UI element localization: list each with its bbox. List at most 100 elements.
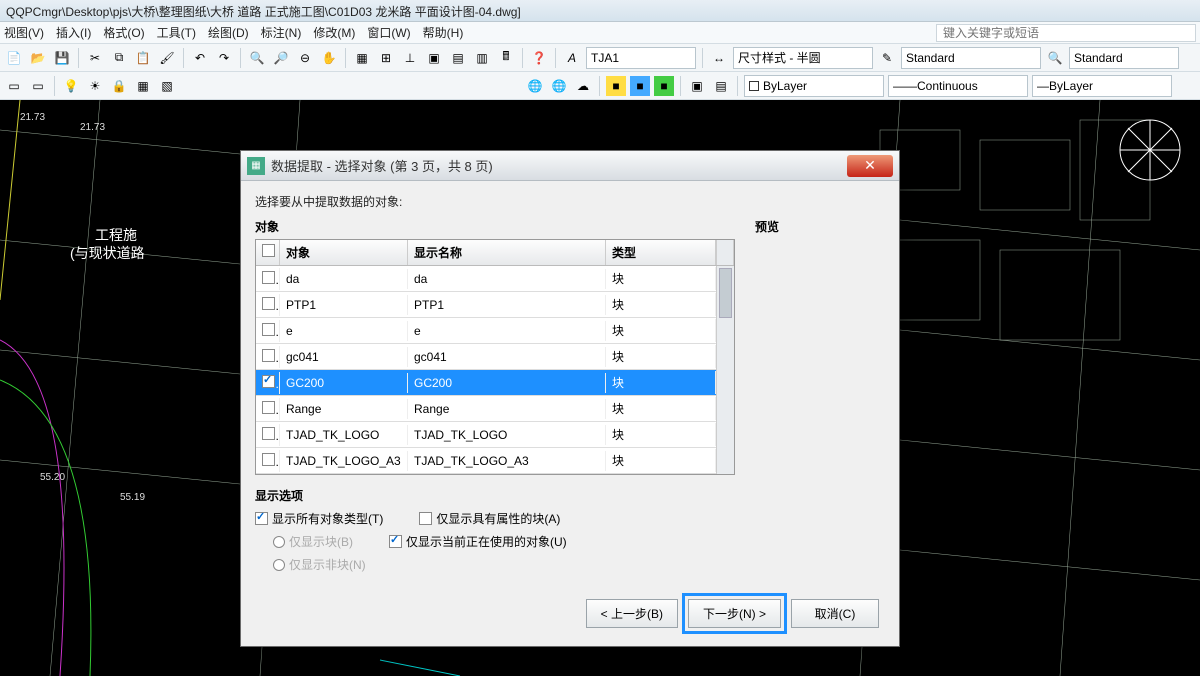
row-checkbox[interactable] — [262, 375, 275, 388]
snap-icon[interactable]: ⊞ — [376, 48, 396, 68]
ws-c-icon[interactable]: ☁ — [573, 76, 593, 96]
row-checkbox[interactable] — [262, 297, 275, 310]
checkbox-icon[interactable] — [389, 535, 402, 548]
dialog-title-bar[interactable]: ▦ 数据提取 - 选择对象 (第 3 页，共 8 页) ✕ — [241, 151, 899, 181]
paste-icon[interactable]: 📋 — [133, 48, 153, 68]
table-row[interactable]: PTP1PTP1块 — [256, 292, 734, 318]
checkbox-icon[interactable] — [255, 512, 268, 525]
zoom-out-icon[interactable]: ⊖ — [295, 48, 315, 68]
ortho-icon[interactable]: ⊥ — [400, 48, 420, 68]
menu-window[interactable]: 窗口(W) — [367, 24, 410, 41]
radio-icon — [273, 536, 285, 548]
menu-modify[interactable]: 修改(M) — [313, 24, 355, 41]
color-c-icon[interactable]: ■ — [654, 76, 674, 96]
menu-format[interactable]: 格式(O) — [103, 24, 144, 41]
row-checkbox[interactable] — [262, 401, 275, 414]
layer-tool-icon[interactable]: ▦ — [133, 76, 153, 96]
zoom-extents-icon[interactable]: 🔍 — [247, 48, 267, 68]
table-row[interactable]: RangeRange块 — [256, 396, 734, 422]
grid-icon[interactable]: ▦ — [352, 48, 372, 68]
search-input[interactable] — [936, 24, 1196, 42]
paint-icon[interactable]: 🖌 — [157, 48, 177, 68]
row-checkbox[interactable] — [262, 427, 275, 440]
cell-type: 块 — [606, 293, 716, 316]
layer-b-icon[interactable]: ▭ — [28, 76, 48, 96]
view-b-icon[interactable]: ▤ — [711, 76, 731, 96]
lineweight-combo[interactable]: — ByLayer — [1032, 75, 1172, 97]
save-icon[interactable]: 💾 — [52, 48, 72, 68]
col-name[interactable]: 对象 — [280, 240, 408, 265]
bulb-icon[interactable]: 💡 — [61, 76, 81, 96]
dim-icon[interactable]: ↔ — [709, 48, 729, 68]
scrollbar[interactable] — [716, 266, 734, 474]
row-checkbox[interactable] — [262, 271, 275, 284]
cut-icon[interactable]: ✂ — [85, 48, 105, 68]
cell-name: TJAD_TK_LOGO_A3 — [280, 451, 408, 471]
svg-text:21.73: 21.73 — [20, 112, 45, 123]
table-row[interactable]: TJAD_TK_LOGO_A3TJAD_TK_LOGO_A3块 — [256, 448, 734, 474]
cell-display: PTP1 — [408, 295, 606, 315]
layer-tool2-icon[interactable]: ▧ — [157, 76, 177, 96]
color-a-icon[interactable]: ■ — [606, 76, 626, 96]
open-icon[interactable]: 📂 — [28, 48, 48, 68]
row-checkbox[interactable] — [262, 453, 275, 466]
tool-b-icon[interactable]: ▤ — [448, 48, 468, 68]
text-style-combo[interactable]: TJA1 — [586, 47, 696, 69]
layer-a-icon[interactable]: ▭ — [4, 76, 24, 96]
menu-help[interactable]: 帮助(H) — [423, 24, 464, 41]
opt-show-all-types[interactable]: 显示所有对象类型(T) — [255, 510, 383, 527]
table-row[interactable]: TJAD_TK_LOGOTJAD_TK_LOGO块 — [256, 422, 734, 448]
table-row[interactable]: GC200GC200块 — [256, 370, 734, 396]
checkbox-icon[interactable] — [419, 512, 432, 525]
view-a-icon[interactable]: ▣ — [687, 76, 707, 96]
ws-b-icon[interactable]: 🌐 — [549, 76, 569, 96]
back-button[interactable]: < 上一步(B) — [586, 599, 678, 628]
opt-only-in-use[interactable]: 仅显示当前正在使用的对象(U) — [389, 533, 567, 550]
standard-combo-1[interactable]: Standard — [901, 47, 1041, 69]
new-icon[interactable]: 📄 — [4, 48, 24, 68]
ws-a-icon[interactable]: 🌐 — [525, 76, 545, 96]
menu-annotate[interactable]: 标注(N) — [261, 24, 302, 41]
table-row[interactable]: gc041gc041块 — [256, 344, 734, 370]
svg-text:(与现状道路: (与现状道路 — [70, 245, 145, 261]
row-checkbox[interactable] — [262, 323, 275, 336]
table-row[interactable]: dada块 — [256, 266, 734, 292]
select-all-checkbox[interactable] — [262, 244, 275, 257]
menu-view[interactable]: 视图(V) — [4, 24, 44, 41]
text-style-icon[interactable]: A — [562, 48, 582, 68]
next-button[interactable]: 下一步(N) > — [688, 599, 781, 628]
search-icon[interactable]: 🔍 — [1045, 48, 1065, 68]
col-type[interactable]: 类型 — [606, 240, 716, 265]
color-b-icon[interactable]: ■ — [630, 76, 650, 96]
menu-insert[interactable]: 插入(I) — [56, 24, 91, 41]
cancel-button[interactable]: 取消(C) — [791, 599, 879, 628]
svg-text:55.19: 55.19 — [120, 492, 145, 503]
tool-c-icon[interactable]: ▥ — [472, 48, 492, 68]
row-checkbox[interactable] — [262, 349, 275, 362]
sun-icon[interactable]: ☀ — [85, 76, 105, 96]
menu-tools[interactable]: 工具(T) — [157, 24, 196, 41]
opt-only-with-attrs[interactable]: 仅显示具有属性的块(A) — [419, 510, 560, 527]
cell-name: gc041 — [280, 347, 408, 367]
linetype-combo[interactable]: —— Continuous — [888, 75, 1028, 97]
layer-combo[interactable]: ByLayer — [744, 75, 884, 97]
calc-icon[interactable]: 🖩 — [496, 48, 516, 68]
dim-edit-icon[interactable]: ✎ — [877, 48, 897, 68]
standard-combo-2[interactable]: Standard — [1069, 47, 1179, 69]
undo-icon[interactable]: ↶ — [190, 48, 210, 68]
copy-icon[interactable]: ⧉ — [109, 48, 129, 68]
table-row[interactable]: ee块 — [256, 318, 734, 344]
display-options-heading: 显示选项 — [255, 487, 735, 504]
help-icon[interactable]: ❓ — [529, 48, 549, 68]
dialog-title: 数据提取 - 选择对象 (第 3 页，共 8 页) — [271, 156, 847, 175]
col-display[interactable]: 显示名称 — [408, 240, 606, 265]
redo-icon[interactable]: ↷ — [214, 48, 234, 68]
lock-icon[interactable]: 🔒 — [109, 76, 129, 96]
tool-a-icon[interactable]: ▣ — [424, 48, 444, 68]
menu-draw[interactable]: 绘图(D) — [208, 24, 249, 41]
zoom-in-icon[interactable]: 🔎 — [271, 48, 291, 68]
cell-name: e — [280, 321, 408, 341]
dim-style-combo[interactable]: 尺寸样式 - 半圆 — [733, 47, 873, 69]
close-button[interactable]: ✕ — [847, 155, 893, 177]
pan-icon[interactable]: ✋ — [319, 48, 339, 68]
